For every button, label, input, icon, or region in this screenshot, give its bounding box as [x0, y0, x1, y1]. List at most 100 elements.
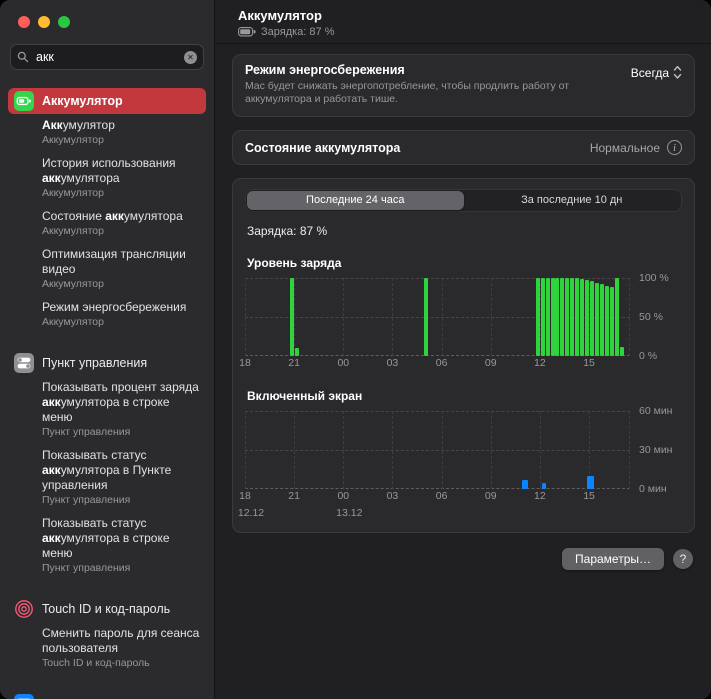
energy-mode-popup[interactable]: Всегда — [631, 65, 682, 80]
sidebar-result-item[interactable]: Аккумулятор Аккумулятор — [8, 114, 206, 152]
x-axis-label: 09 — [484, 490, 497, 502]
date-label: 13.12 — [336, 507, 363, 519]
time-range-segmented-control: Последние 24 часа За последние 10 дн — [245, 189, 682, 212]
x-axis-label: 03 — [386, 357, 399, 369]
clear-search-icon[interactable]: ✕ — [184, 50, 197, 64]
result-title: Показывать статус аккумулятора в Пункте … — [42, 448, 172, 492]
footer: Параметры… ? — [232, 548, 695, 570]
zoom-button[interactable] — [58, 16, 70, 28]
chart-title: Уровень заряда — [247, 256, 342, 270]
gridline — [392, 411, 394, 489]
sidebar-result-item[interactable]: История использования аккумулятора Аккуму… — [8, 152, 206, 205]
result-subtitle: Аккумулятор — [42, 278, 104, 290]
search-icon — [17, 51, 29, 63]
result-subtitle: Touch ID и код-пароль — [42, 657, 150, 669]
info-icon[interactable]: i — [667, 140, 682, 155]
result-title: Состояние аккумулятора — [42, 209, 183, 223]
y-axis-label: 30 мин — [639, 444, 673, 456]
close-button[interactable] — [18, 16, 30, 28]
gridline — [245, 411, 630, 412]
window-controls — [0, 0, 214, 28]
chart-bar — [565, 278, 570, 356]
chart-bar — [535, 278, 540, 356]
energy-mode-description: Mac будет снижать энергопотребление, что… — [245, 80, 570, 105]
chart-bar — [294, 348, 299, 356]
system-settings-window: ✕ АккумуляторАккумуляторАккумуляторИстор… — [0, 0, 711, 699]
result-subtitle: Аккумулятор — [42, 225, 104, 237]
x-axis-label: 18 — [239, 357, 251, 369]
battery-usage-card: Последние 24 часа За последние 10 дн Заря… — [232, 178, 695, 533]
result-title: Показывать статус аккумулятора в строке … — [42, 516, 170, 560]
content: Режим энергосбережения Mac будет снижать… — [216, 44, 711, 570]
gridline — [629, 278, 630, 356]
gridline — [629, 411, 630, 489]
minimize-button[interactable] — [38, 16, 50, 28]
chart-bar — [599, 284, 604, 356]
result-title: Показывать процент заряда аккумулятора в… — [42, 380, 199, 424]
gridline — [441, 411, 443, 489]
y-axis-label: 50 % — [639, 311, 663, 323]
sidebar-app-item[interactable]: Пункт управления — [8, 350, 206, 376]
search-input[interactable] — [34, 49, 179, 65]
x-axis-label: 21 — [288, 357, 300, 369]
x-axis-label: 09 — [484, 357, 497, 369]
chart-x-axis: 18 21 00 03 06 09 12 15 — [239, 356, 630, 371]
result-subtitle: Пункт управления — [42, 426, 131, 438]
x-axis-label: 06 — [435, 357, 448, 369]
result-subtitle: Аккумулятор — [42, 316, 104, 328]
x-axis-label: 12 — [534, 357, 546, 369]
segmented-tab[interactable]: Последние 24 часа — [247, 191, 464, 210]
chart-bar — [521, 479, 528, 489]
x-axis-label: 03 — [386, 490, 399, 502]
chart-date-axis: 12.12 13.12 — [238, 506, 630, 520]
chart-bar — [615, 278, 620, 356]
segmented-tab[interactable]: За последние 10 дн — [464, 191, 681, 210]
result-subtitle: Пункт управления — [42, 562, 131, 574]
sidebar-result-item[interactable]: Сменить пароль для сеанса пользователя To… — [8, 622, 206, 675]
sidebar-result-item[interactable]: Режим энергосбережения Аккумулятор — [8, 296, 206, 334]
result-subtitle: Пункт управления — [42, 494, 131, 506]
result-title: Оптимизация трансляции видео — [42, 247, 186, 276]
energy-mode-title: Режим энергосбережения — [245, 63, 405, 77]
help-button[interactable]: ? — [673, 549, 693, 569]
chart-bar — [580, 278, 585, 356]
sidebar-result-item[interactable]: Оптимизация трансляции видео Аккумулятор — [8, 243, 206, 296]
chart-title: Включенный экран — [247, 389, 363, 403]
sidebar-result-item[interactable]: Показывать статус аккумулятора в строке … — [8, 512, 206, 580]
chart-bar — [609, 287, 614, 356]
x-axis-label: 18 — [239, 490, 251, 502]
x-axis-label: 15 — [583, 357, 595, 369]
y-axis-label: 100 % — [639, 272, 669, 284]
control-center-icon — [14, 353, 34, 373]
main-header: Аккумулятор Зарядка: 87 % — [216, 0, 711, 44]
sidebar-result-item[interactable]: Показывать статус аккумулятора в Пункте … — [8, 444, 206, 512]
battery-icon — [14, 91, 34, 111]
gridline — [490, 278, 492, 356]
battery-health-value: Нормальное — [589, 140, 660, 155]
gridline — [392, 278, 394, 356]
sidebar-result-item[interactable]: Показывать процент заряда аккумулятора в… — [8, 376, 206, 444]
result-title: Сменить пароль для сеанса пользователя — [42, 626, 200, 655]
x-axis-label: 15 — [583, 490, 595, 502]
search-field[interactable]: ✕ — [10, 44, 204, 70]
chart-bar — [423, 278, 428, 356]
x-axis-label: 12 — [534, 490, 546, 502]
chart-bar — [584, 280, 589, 356]
chart-x-axis: 18 21 00 03 06 09 12 15 — [239, 489, 630, 504]
sidebar-results-list: Аккумулятор Аккумулятор Аккумулятор История… — [0, 76, 214, 699]
options-button[interactable]: Параметры… — [562, 548, 664, 570]
sidebar-app-item[interactable]: Аккумулятор — [8, 88, 206, 114]
gridline — [294, 278, 296, 356]
energy-mode-card: Режим энергосбережения Mac будет снижать… — [232, 54, 695, 117]
sidebar-result-item[interactable]: Состояние аккумулятора Аккумулятор — [8, 205, 206, 243]
y-axis-label: 60 мин — [639, 405, 673, 417]
sidebar-app-label: Touch ID и код-пароль — [42, 602, 171, 616]
sidebar-app-item[interactable]: Touch ID и код-пароль — [8, 596, 206, 622]
sidebar-app-item[interactable]: Дисплеи — [8, 691, 206, 699]
battery-level-chart: Уровень заряда 100 % 50 % 0 % 18 21 00 03 06 09… — [239, 256, 682, 371]
sidebar-app-label: Аккумулятор — [42, 94, 123, 108]
chart-bar — [587, 476, 595, 489]
display-icon — [14, 694, 34, 699]
gridline — [245, 411, 246, 489]
result-title: Режим энергосбережения — [42, 300, 187, 314]
